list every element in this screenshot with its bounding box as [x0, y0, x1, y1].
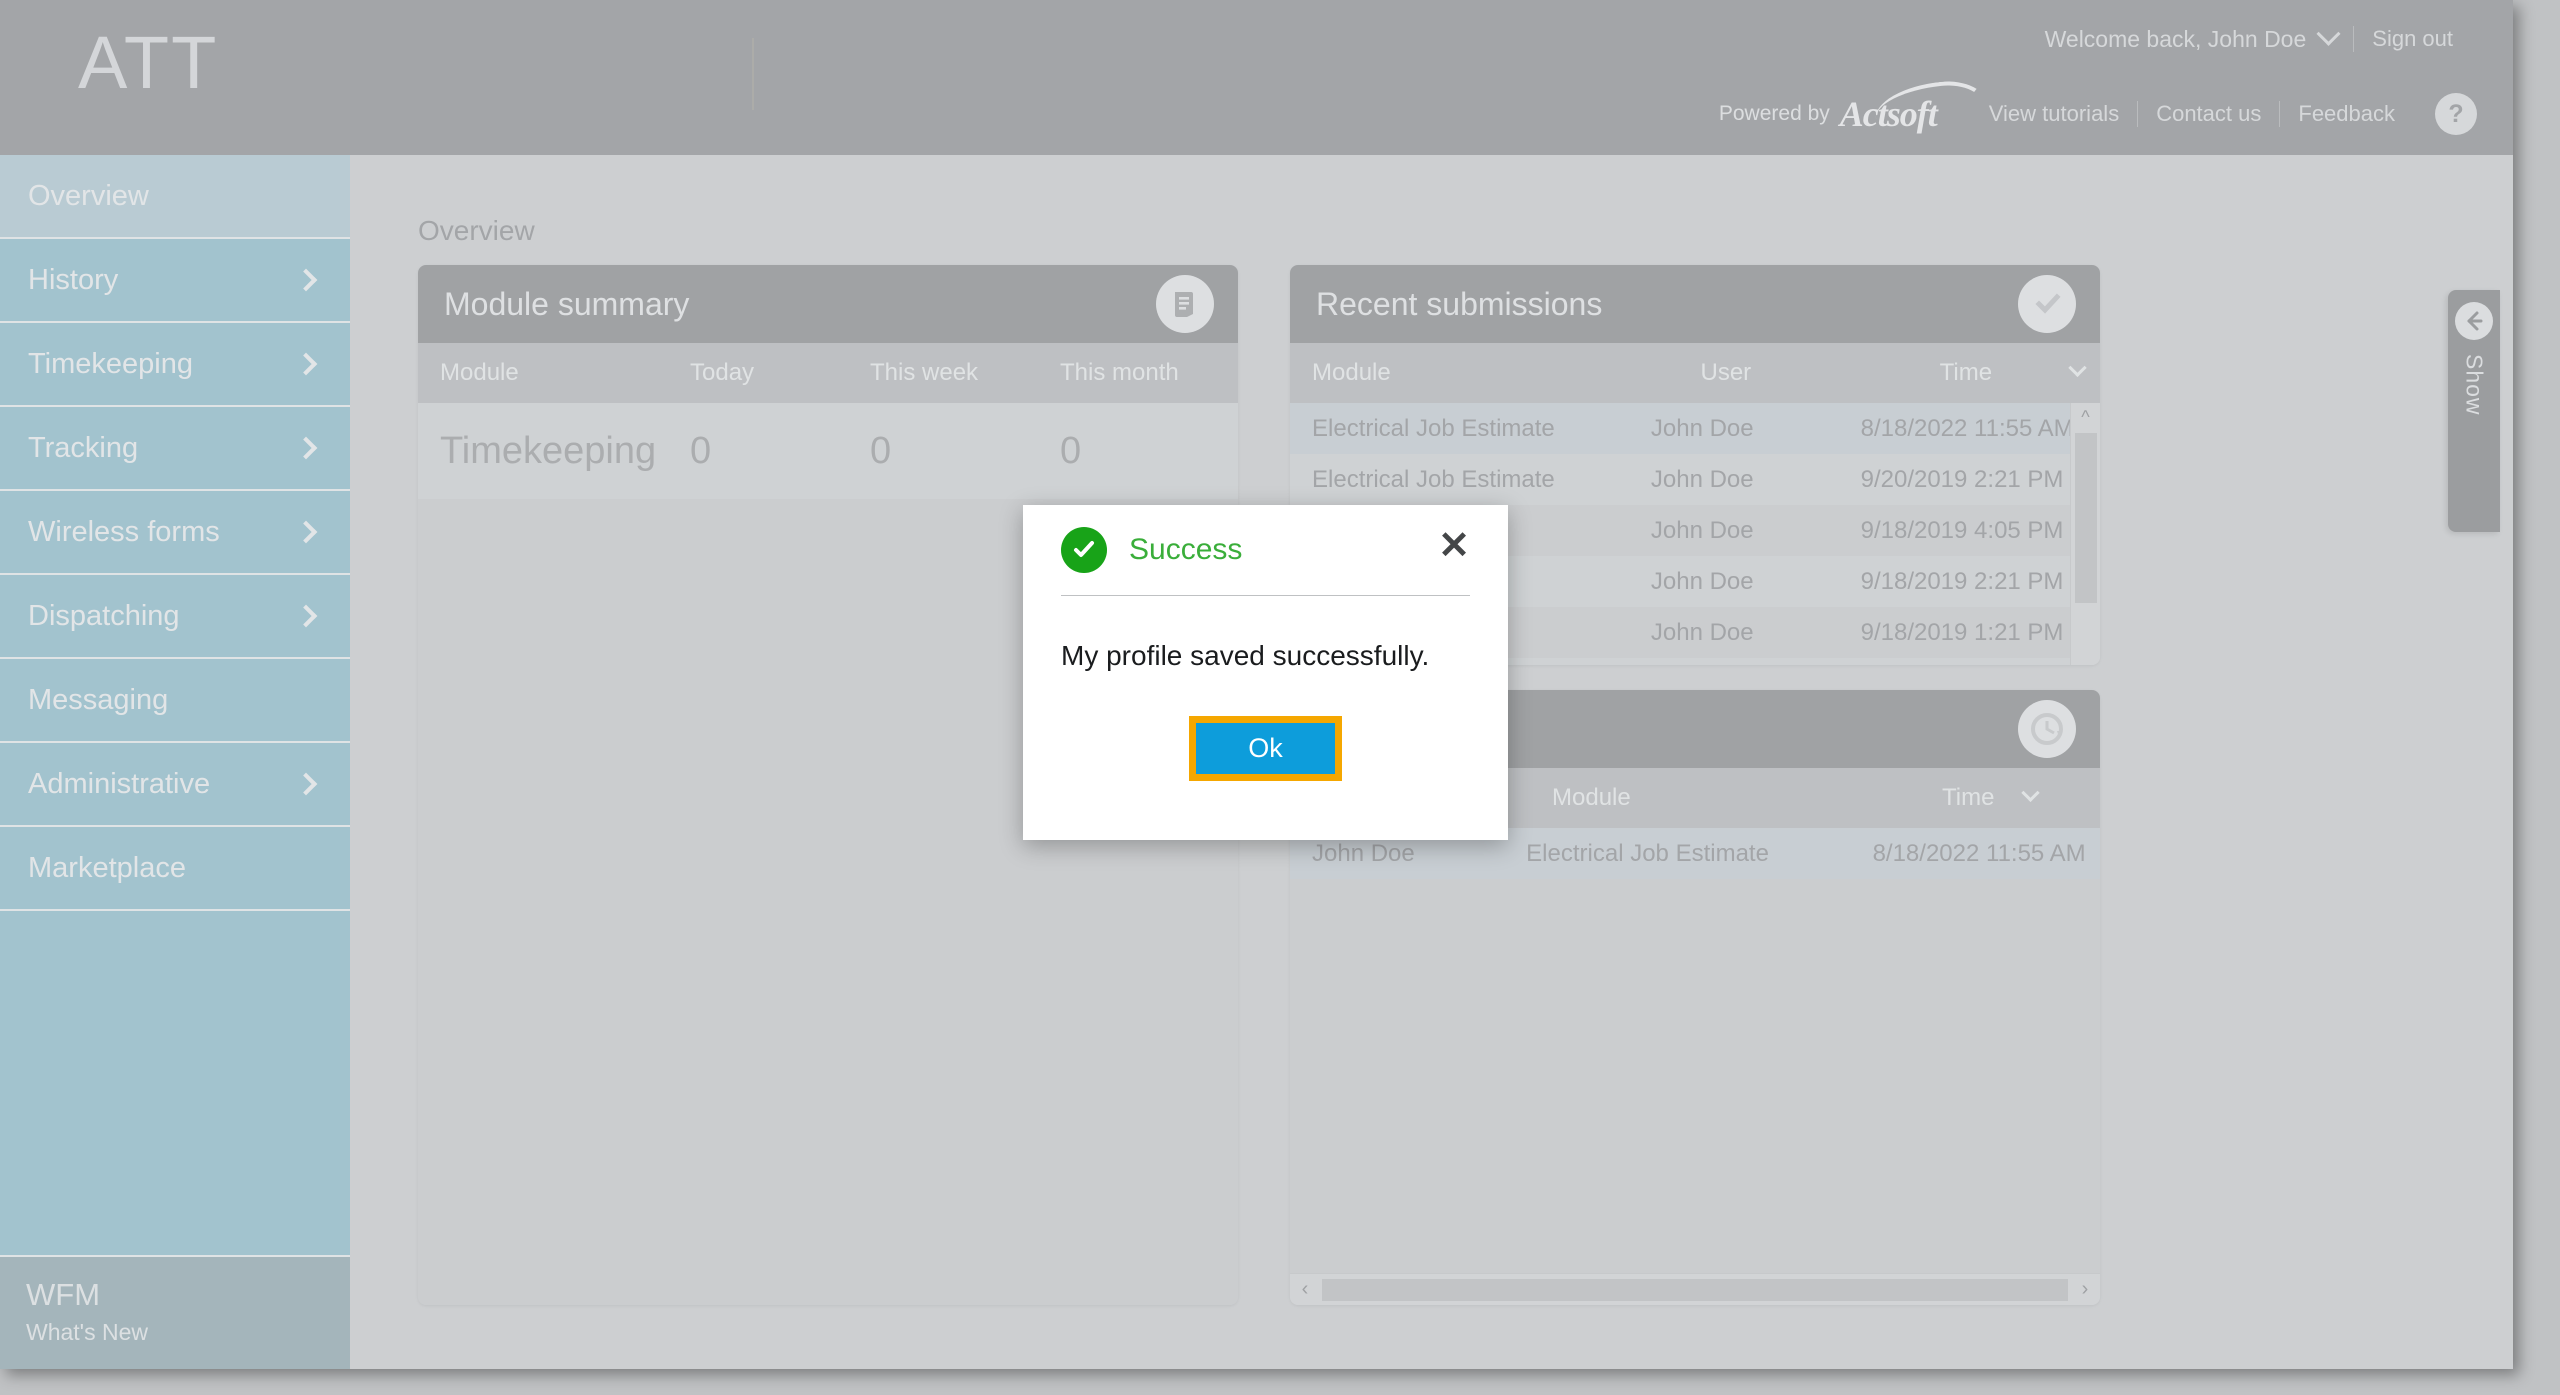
app-root: ATT Welcome back, John Doe Sign out Powe…: [0, 0, 2560, 1395]
dialog-message: My profile saved successfully.: [1061, 640, 1430, 671]
close-icon[interactable]: ✕: [1438, 527, 1470, 565]
dialog-actions: Ok: [1061, 672, 1470, 781]
success-dialog: Success ✕ My profile saved successfully.…: [1023, 505, 1508, 840]
dialog-header: Success ✕: [1061, 505, 1470, 595]
page-frame: ATT Welcome back, John Doe Sign out Powe…: [0, 0, 2513, 1369]
ok-button[interactable]: Ok: [1189, 716, 1342, 781]
success-check-icon: [1061, 527, 1107, 573]
window-bottom-gutter: [0, 1369, 2560, 1395]
window-right-gutter: [2513, 0, 2560, 1395]
dialog-title: Success: [1129, 533, 1243, 566]
